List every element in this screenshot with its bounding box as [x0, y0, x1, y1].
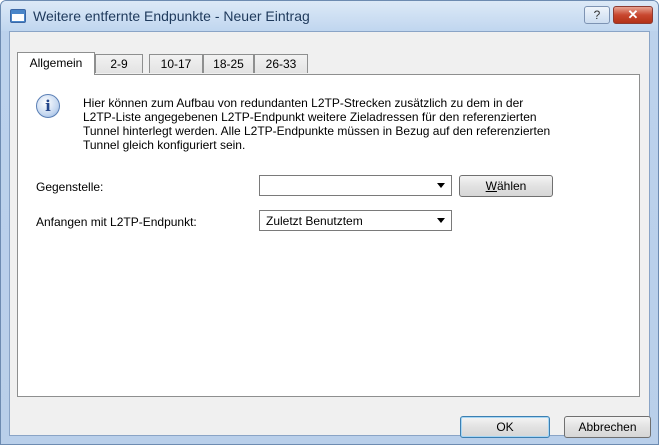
anfangen-select[interactable]: Zuletzt Benutztem [259, 210, 452, 231]
info-text: Hier können zum Aufbau von redundanten L… [83, 96, 613, 152]
tab-allgemein[interactable]: Allgemein [17, 52, 95, 75]
tab-18-25[interactable]: 18-25 [203, 54, 254, 73]
anfangen-label: Anfangen mit L2TP-Endpunkt: [36, 215, 197, 229]
gegenstelle-combobox[interactable] [259, 175, 452, 196]
tab-2-9[interactable]: 2-9 [95, 54, 143, 73]
chevron-down-icon[interactable] [437, 218, 445, 223]
waehlen-button[interactable]: Wählen [459, 175, 553, 197]
window-app-icon [10, 9, 26, 23]
info-text-line: Tunnel hinterlegt werden. Alle L2TP-Endp… [83, 124, 551, 138]
tab-10-17[interactable]: 10-17 [149, 54, 203, 73]
waehlen-label: ählen [496, 179, 527, 193]
info-icon: i [36, 94, 60, 118]
help-button[interactable]: ? [584, 6, 610, 24]
cancel-button[interactable]: Abbrechen [564, 416, 651, 438]
waehlen-accesskey: W [485, 179, 497, 193]
chevron-down-icon[interactable] [437, 183, 445, 188]
gegenstelle-label: Gegenstelle: [36, 180, 104, 194]
close-button[interactable]: ✕ [613, 6, 653, 24]
tab-26-33[interactable]: 26-33 [254, 54, 308, 73]
info-text-line: L2TP-Liste angegebenen L2TP-Endpunkt wei… [83, 110, 537, 124]
title-bar[interactable]: Weitere entfernte Endpunkte - Neuer Eint… [1, 1, 658, 31]
window-title: Weitere entfernte Endpunkte - Neuer Eint… [33, 8, 310, 24]
ok-button[interactable]: OK [460, 416, 550, 438]
info-text-line: Tunnel gleich konfiguriert sein. [83, 138, 246, 152]
anfangen-value: Zuletzt Benutztem [266, 214, 363, 228]
info-text-line: Hier können zum Aufbau von redundanten L… [83, 96, 524, 110]
